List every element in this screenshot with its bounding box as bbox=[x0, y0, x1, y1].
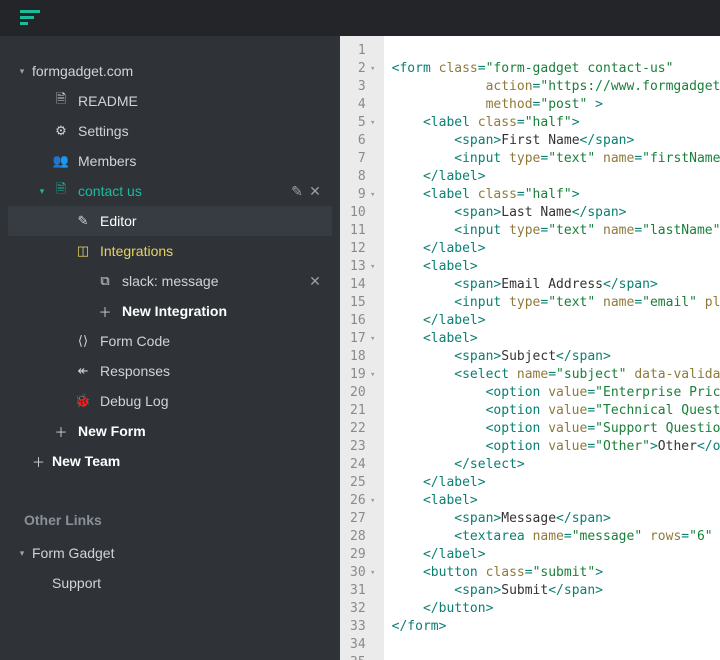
sidebar-item-settings[interactable]: ⚙ Settings bbox=[8, 116, 332, 146]
sidebar-item-debug-log[interactable]: 🐞 Debug Log bbox=[8, 386, 332, 416]
file-icon: 🗎 bbox=[52, 180, 70, 202]
code-icon: ⟨⟩ bbox=[74, 333, 92, 349]
caret-down-icon: ▾ bbox=[36, 186, 48, 197]
caret-down-icon: ▾ bbox=[16, 66, 28, 77]
sidebar-item-form-gadget[interactable]: ▾ Form Gadget bbox=[8, 538, 332, 568]
link-icon: ⧉ bbox=[96, 273, 114, 289]
editor-code[interactable]: <form class="form-gadget contact-us" act… bbox=[384, 36, 720, 660]
plug-icon: ◫ bbox=[74, 243, 92, 259]
code-editor[interactable]: 12▾345▾6789▾10111213▾14151617▾1819▾20212… bbox=[340, 36, 720, 660]
sidebar-item-slack-message[interactable]: ⧉ slack: message ✕ bbox=[8, 266, 332, 296]
reply-icon: ↞ bbox=[74, 363, 92, 379]
editor-gutter: 12▾345▾6789▾10111213▾14151617▾1819▾20212… bbox=[340, 36, 384, 660]
project-label: formgadget.com bbox=[32, 63, 133, 79]
file-icon: 🗎 bbox=[52, 90, 70, 112]
plus-icon: ＋ bbox=[96, 302, 114, 321]
sidebar-item-editor[interactable]: ✎ Editor bbox=[8, 206, 332, 236]
users-icon: 👥 bbox=[52, 153, 70, 169]
sidebar-item-new-form[interactable]: ＋ New Form bbox=[8, 416, 332, 446]
sidebar-item-form-code[interactable]: ⟨⟩ Form Code bbox=[8, 326, 332, 356]
sidebar-item-new-team[interactable]: ＋ New Team bbox=[8, 446, 332, 476]
edit-icon[interactable]: ✎ bbox=[288, 183, 306, 200]
gear-icon: ⚙ bbox=[52, 123, 70, 139]
sidebar-item-responses[interactable]: ↞ Responses bbox=[8, 356, 332, 386]
plus-icon: ＋ bbox=[52, 422, 70, 441]
sidebar-item-new-integration[interactable]: ＋ New Integration bbox=[8, 296, 332, 326]
sidebar-item-integrations[interactable]: ◫ Integrations bbox=[8, 236, 332, 266]
sidebar: ▾ formgadget.com 🗎 README ⚙ Settings 👥 M… bbox=[0, 36, 340, 660]
project-root[interactable]: ▾ formgadget.com bbox=[8, 56, 332, 86]
caret-down-icon: ▾ bbox=[16, 548, 28, 559]
logo-icon[interactable] bbox=[20, 10, 40, 26]
other-links-heading: Other Links bbox=[8, 512, 332, 538]
plus-icon: ＋ bbox=[32, 452, 44, 471]
edit-icon: ✎ bbox=[74, 213, 92, 229]
bug-icon: 🐞 bbox=[74, 393, 92, 409]
sidebar-item-contact-us[interactable]: ▾ 🗎 contact us ✎ ✕ bbox=[8, 176, 332, 206]
close-icon[interactable]: ✕ bbox=[306, 183, 324, 200]
sidebar-item-members[interactable]: 👥 Members bbox=[8, 146, 332, 176]
close-icon[interactable]: ✕ bbox=[306, 273, 324, 290]
topbar bbox=[0, 0, 720, 36]
sidebar-item-support[interactable]: Support bbox=[8, 568, 332, 598]
sidebar-item-readme[interactable]: 🗎 README bbox=[8, 86, 332, 116]
